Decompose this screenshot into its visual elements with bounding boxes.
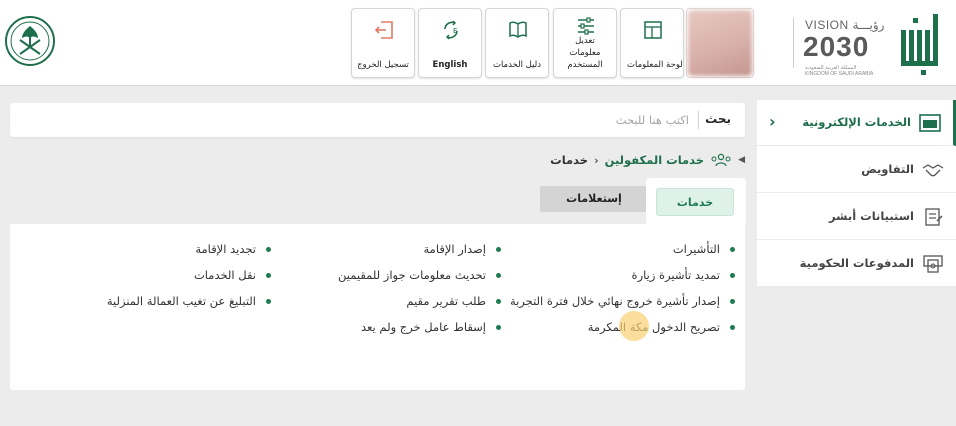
vision-title: VISION رؤيـــة [805,18,885,32]
service-link[interactable]: التأشيرات [510,236,735,262]
sidebar-item-label: الخدمات الإلكترونية [802,115,911,129]
logout-icon [374,21,393,39]
bullet [266,272,271,278]
tab-services[interactable]: خدمات [656,188,734,216]
service-link[interactable]: إسقاط عامل خرج ولم يعد [338,314,501,340]
service-link[interactable]: إصدار الإقامة [338,236,501,262]
service-link[interactable]: تمديد تأشيرة زيارة [510,262,735,288]
breadcrumb-chevron-icon: ‹ [594,153,599,167]
service-label: تمديد تأشيرة زيارة [631,268,720,282]
tab-inquiries[interactable]: إستعلامات [540,186,648,212]
handshake-icon [922,164,944,177]
dashboard-button[interactable]: لوحة المعلومات [620,8,684,78]
sidebar: الخدمات الإلكترونية ‹ التفاويض استبيانات… [757,100,956,287]
breadcrumb-sponsored-services[interactable]: خدمات المكفولين [605,153,704,167]
english-label: English [432,60,468,70]
service-link[interactable]: طلب تقرير مقيم [338,288,501,314]
english-button[interactable]: E English [418,8,482,78]
avatar [688,10,752,76]
services-column-2: إصدار الإقامة تحديث معلومات جواز للمقيمي… [338,236,501,340]
absher-logo-icon [901,14,938,75]
service-link[interactable]: التبليغ عن تغيب العمالة المنزلية [107,288,271,314]
service-label: تصريح الدخول مكة المكرمة [587,320,720,334]
dashboard-icon [644,21,662,39]
settings-sliders-icon [578,17,594,35]
sidebar-item-e-services[interactable]: الخدمات الإلكترونية ‹ [757,100,956,146]
logout-button[interactable]: تسجيل الخروج [351,8,415,78]
service-link[interactable]: تحديث معلومات جواز للمقيمين [338,262,501,288]
bullet [496,324,501,330]
service-label: إصدار تأشيرة خروج نهائي خلال فترة التجرب… [509,294,720,308]
dashboard-label: لوحة المعلومات [627,60,683,70]
vision-2030-logo: VISION رؤيـــة 2030 المملكة العربية السع… [801,14,887,77]
services-guide-button[interactable]: دليل الخدمات [485,8,549,78]
breadcrumb-services: خدمات [550,153,589,167]
edit-user-info-label: تعديل معلومات المستخدم [567,36,603,70]
header-divider [793,18,794,68]
search-separator [698,111,699,129]
svg-text:E: E [453,27,457,35]
survey-icon [925,208,943,226]
service-label: إسقاط عامل خرج ولم يعد [360,320,486,334]
bullet [496,246,501,252]
service-link[interactable]: نقل الخدمات [107,262,271,288]
service-link[interactable]: إصدار تأشيرة خروج نهائي خلال فترة التجرب… [510,288,735,314]
service-label: تجديد الإقامة [195,242,256,256]
bullet [730,246,735,252]
book-icon [509,21,527,38]
sidebar-item-gov-payments[interactable]: المدفوعات الحكومية [757,241,956,287]
service-label: إصدار الإقامة [423,242,486,256]
language-icon: E [444,20,458,40]
dashboard-icon [919,114,941,132]
top-header: تسجيل الخروج E English دليل الخدمات تعدي… [0,0,956,86]
saudi-emblem-icon [5,16,55,66]
search-label: بحث [705,112,731,126]
edit-user-info-button[interactable]: تعديل معلومات المستخدم [553,8,617,78]
mouse-cursor-highlight [619,311,649,341]
bullet [266,246,271,252]
logout-label: تسجيل الخروج [357,60,409,70]
bullet [496,272,501,278]
breadcrumb: ◀ خدمات المكفولين ‹ خدمات [550,150,745,170]
bullet [730,324,735,330]
services-list-panel: التأشيرات تمديد تأشيرة زيارة إصدار تأشير… [10,224,745,390]
sidebar-item-label: التفاويض [861,162,914,176]
search-input[interactable] [389,110,689,130]
sidebar-item-label: استبيانات أبشر [829,209,914,223]
chevron-left-icon: ‹ [769,112,776,131]
breadcrumb-caret-icon: ◀ [738,155,745,165]
main-panel: بحث ◀ خدمات المكفولين ‹ خدمات إستعلامات … [10,100,746,390]
service-link[interactable]: تجديد الإقامة [107,236,271,262]
service-label: طلب تقرير مقيم [406,294,486,308]
bullet [730,298,735,304]
sidebar-item-surveys[interactable]: استبيانات أبشر [757,194,956,240]
bullet [730,272,735,278]
vision-subtitle-en: KINGDOM OF SAUDI ARABIA [805,71,874,77]
service-label: التأشيرات [672,242,720,256]
service-label: تحديث معلومات جواز للمقيمين [338,268,486,282]
vision-year: 2030 [803,31,870,62]
bullet [266,298,271,304]
payments-icon [923,255,943,273]
sidebar-item-delegations[interactable]: التفاويض [757,147,956,193]
sponsored-group-icon [711,153,731,167]
service-label: نقل الخدمات [193,268,256,282]
services-guide-label: دليل الخدمات [492,60,542,70]
sidebar-item-label: المدفوعات الحكومية [799,256,914,270]
bullet [496,298,501,304]
service-label: التبليغ عن تغيب العمالة المنزلية [106,294,256,308]
search-bar: بحث [10,103,745,137]
services-column-3: تجديد الإقامة نقل الخدمات التبليغ عن تغي… [107,236,271,314]
